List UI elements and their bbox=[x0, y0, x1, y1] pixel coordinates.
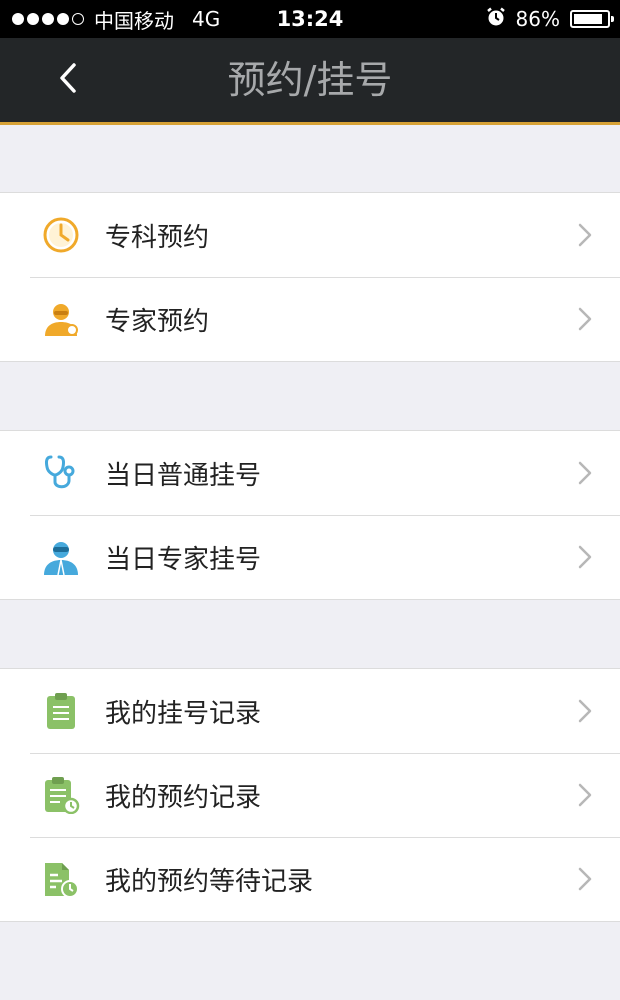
page-title: 预约/挂号 bbox=[227, 58, 393, 102]
chevron-right-icon bbox=[578, 867, 592, 895]
chevron-right-icon bbox=[578, 461, 592, 489]
doctor-icon bbox=[41, 537, 81, 577]
menu-item-label: 当日普通挂号 bbox=[105, 460, 262, 491]
clock-icon bbox=[41, 215, 81, 255]
menu-group-records: 我的挂号记录 我的预约记录 我的预约等待记录 bbox=[0, 668, 620, 922]
menu-item-expert-appointment[interactable]: 专家预约 bbox=[0, 277, 620, 361]
menu-item-label: 我的预约等待记录 bbox=[105, 866, 314, 897]
clipboard-icon bbox=[41, 691, 81, 731]
menu-item-label: 专家预约 bbox=[105, 306, 210, 337]
stethoscope-icon bbox=[41, 453, 81, 493]
menu-item-appointment-waiting-records[interactable]: 我的预约等待记录 bbox=[0, 837, 620, 921]
navigation-bar: 预约/挂号 bbox=[0, 38, 620, 125]
menu-item-label: 我的预约记录 bbox=[105, 782, 262, 813]
menu-item-registration-records[interactable]: 我的挂号记录 bbox=[0, 669, 620, 753]
menu-item-appointment-records[interactable]: 我的预约记录 bbox=[0, 753, 620, 837]
chevron-right-icon bbox=[578, 783, 592, 811]
chevron-right-icon bbox=[578, 307, 592, 335]
menu-group-appointment: 专科预约 专家预约 bbox=[0, 192, 620, 362]
status-bar: 中国移动 4G 13:24 86% bbox=[0, 0, 620, 38]
menu-item-label: 专科预约 bbox=[105, 222, 210, 253]
menu-item-specialty-appointment[interactable]: 专科预约 bbox=[0, 193, 620, 277]
chevron-right-icon bbox=[578, 699, 592, 727]
menu-group-registration: 当日普通挂号 当日专家挂号 bbox=[0, 430, 620, 600]
alarm-icon bbox=[486, 7, 506, 32]
battery-percentage: 86% bbox=[515, 7, 560, 31]
doctor-icon bbox=[41, 299, 81, 339]
menu-item-label: 当日专家挂号 bbox=[105, 544, 262, 575]
clipboard-clock-icon bbox=[41, 775, 81, 815]
menu-item-label: 我的挂号记录 bbox=[105, 698, 262, 729]
battery-icon bbox=[570, 10, 614, 28]
document-clock-icon bbox=[41, 859, 81, 899]
chevron-right-icon bbox=[578, 545, 592, 573]
chevron-right-icon bbox=[578, 223, 592, 251]
menu-item-same-day-expert-registration[interactable]: 当日专家挂号 bbox=[0, 515, 620, 599]
menu-item-same-day-general-registration[interactable]: 当日普通挂号 bbox=[0, 431, 620, 515]
